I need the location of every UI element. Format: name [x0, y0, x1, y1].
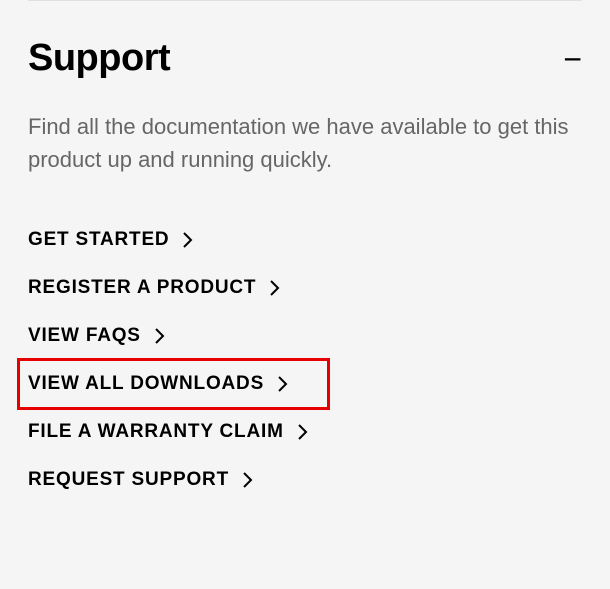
support-header[interactable]: Support − [28, 1, 582, 110]
link-register-product[interactable]: REGISTER A PRODUCT [28, 264, 582, 312]
collapse-icon: − [563, 43, 582, 75]
link-label: REGISTER A PRODUCT [28, 277, 256, 299]
link-label: FILE A WARRANTY CLAIM [28, 421, 284, 443]
link-view-faqs[interactable]: VIEW FAQS [28, 312, 582, 360]
section-title: Support [28, 37, 170, 80]
link-label: VIEW ALL DOWNLOADS [28, 373, 264, 395]
chevron-right-icon [155, 328, 165, 344]
link-request-support[interactable]: REQUEST SUPPORT [28, 456, 582, 504]
chevron-right-icon [278, 376, 288, 392]
link-view-all-downloads[interactable]: VIEW ALL DOWNLOADS [28, 360, 582, 408]
link-label: GET STARTED [28, 229, 169, 251]
section-description: Find all the documentation we have avail… [28, 110, 582, 216]
link-file-warranty-claim[interactable]: FILE A WARRANTY CLAIM [28, 408, 582, 456]
link-get-started[interactable]: GET STARTED [28, 216, 582, 264]
chevron-right-icon [270, 280, 280, 296]
link-label: VIEW FAQS [28, 325, 141, 347]
chevron-right-icon [243, 472, 253, 488]
links-list: GET STARTED REGISTER A PRODUCT VIEW FAQS… [28, 216, 582, 504]
chevron-right-icon [298, 424, 308, 440]
link-label: REQUEST SUPPORT [28, 469, 229, 491]
chevron-right-icon [183, 232, 193, 248]
